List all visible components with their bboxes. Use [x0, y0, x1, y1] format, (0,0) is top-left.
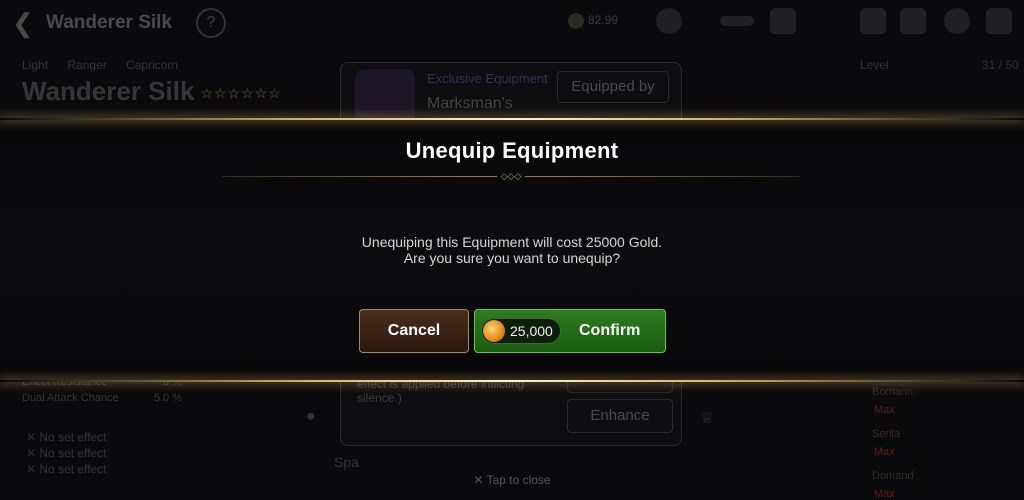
divider-ornament-icon: ◇◇◇ [497, 171, 525, 181]
resource-bar [720, 16, 754, 26]
gold-icon [568, 13, 584, 29]
roster-item-2[interactable]: Serila [872, 428, 900, 440]
cost-value: 25,000 [510, 323, 553, 339]
gold-coin-icon [483, 320, 505, 342]
chat-icon[interactable] [944, 8, 970, 34]
roster-max-3: Max [874, 488, 895, 500]
star-rating: ☆☆☆☆☆☆ [200, 84, 282, 101]
element-tag: Light [22, 58, 49, 72]
item-name: Marksman's [427, 95, 513, 112]
cost-pill: 25,000 [481, 318, 561, 344]
back-arrow-icon[interactable]: ❮ [12, 8, 34, 39]
crown-icon: ♕ [700, 410, 715, 427]
menu-icon[interactable] [986, 8, 1012, 34]
page-title: Wanderer Silk [46, 12, 173, 33]
roster-max-1: Max [874, 404, 895, 416]
level-label: Level [860, 58, 889, 72]
enhance-button[interactable]: Enhance [567, 399, 673, 433]
dialog-title: Unequip Equipment [405, 138, 619, 163]
spare-label: Spa [334, 454, 359, 470]
help-icon[interactable]: ? [196, 8, 226, 38]
coin-icon [656, 8, 682, 34]
zodiac-tag: Capricorn [126, 58, 179, 72]
equipment-emblem-icon [355, 69, 415, 125]
friends-icon[interactable] [860, 8, 886, 34]
class-tag: Ranger [67, 58, 107, 72]
tap-to-close[interactable]: ✕ Tap to close [0, 473, 1024, 487]
confirm-label: Confirm [579, 322, 641, 339]
message-line-1: Unequiping this Equipment will cost 2500… [361, 234, 663, 250]
dialog-message: Unequiping this Equipment will cost 2500… [0, 234, 1024, 266]
hero-info-panel: Light Ranger Capricorn Wanderer Silk ☆☆☆☆… [22, 58, 302, 107]
set-effect-2: ✕ No set effect [26, 446, 107, 460]
top-bar: ❮ Wanderer Silk ? 82.99 [0, 0, 1024, 46]
roster-item-1[interactable]: Bomann [872, 386, 913, 398]
dialog-top-border [0, 118, 1024, 120]
roster-max-2: Max [874, 446, 895, 458]
crystal-icon [770, 8, 796, 34]
equipped-by-button[interactable]: Equipped by [557, 71, 669, 103]
message-line-2: Are you sure you want to unequip? [403, 250, 621, 266]
hero-tags: Light Ranger Capricorn [22, 58, 302, 72]
dialog-bottom-border [0, 380, 1024, 382]
stat-dual-attack: Dual Attack Chance 5.0 % [22, 392, 182, 404]
lock-icon[interactable]: ● [306, 408, 316, 426]
mail-icon[interactable] [900, 8, 926, 34]
confirm-button[interactable]: 25,000 Confirm [474, 309, 666, 353]
level-value: 31 / 50 [982, 58, 1019, 72]
cancel-button[interactable]: Cancel [359, 309, 469, 353]
exclusive-label: Exclusive Equipment [427, 71, 548, 86]
gold-resource: 82.99 [568, 13, 618, 29]
hero-name: Wanderer Silk ☆☆☆☆☆☆ [22, 76, 282, 106]
set-effect-1: ✕ No set effect [26, 430, 107, 444]
